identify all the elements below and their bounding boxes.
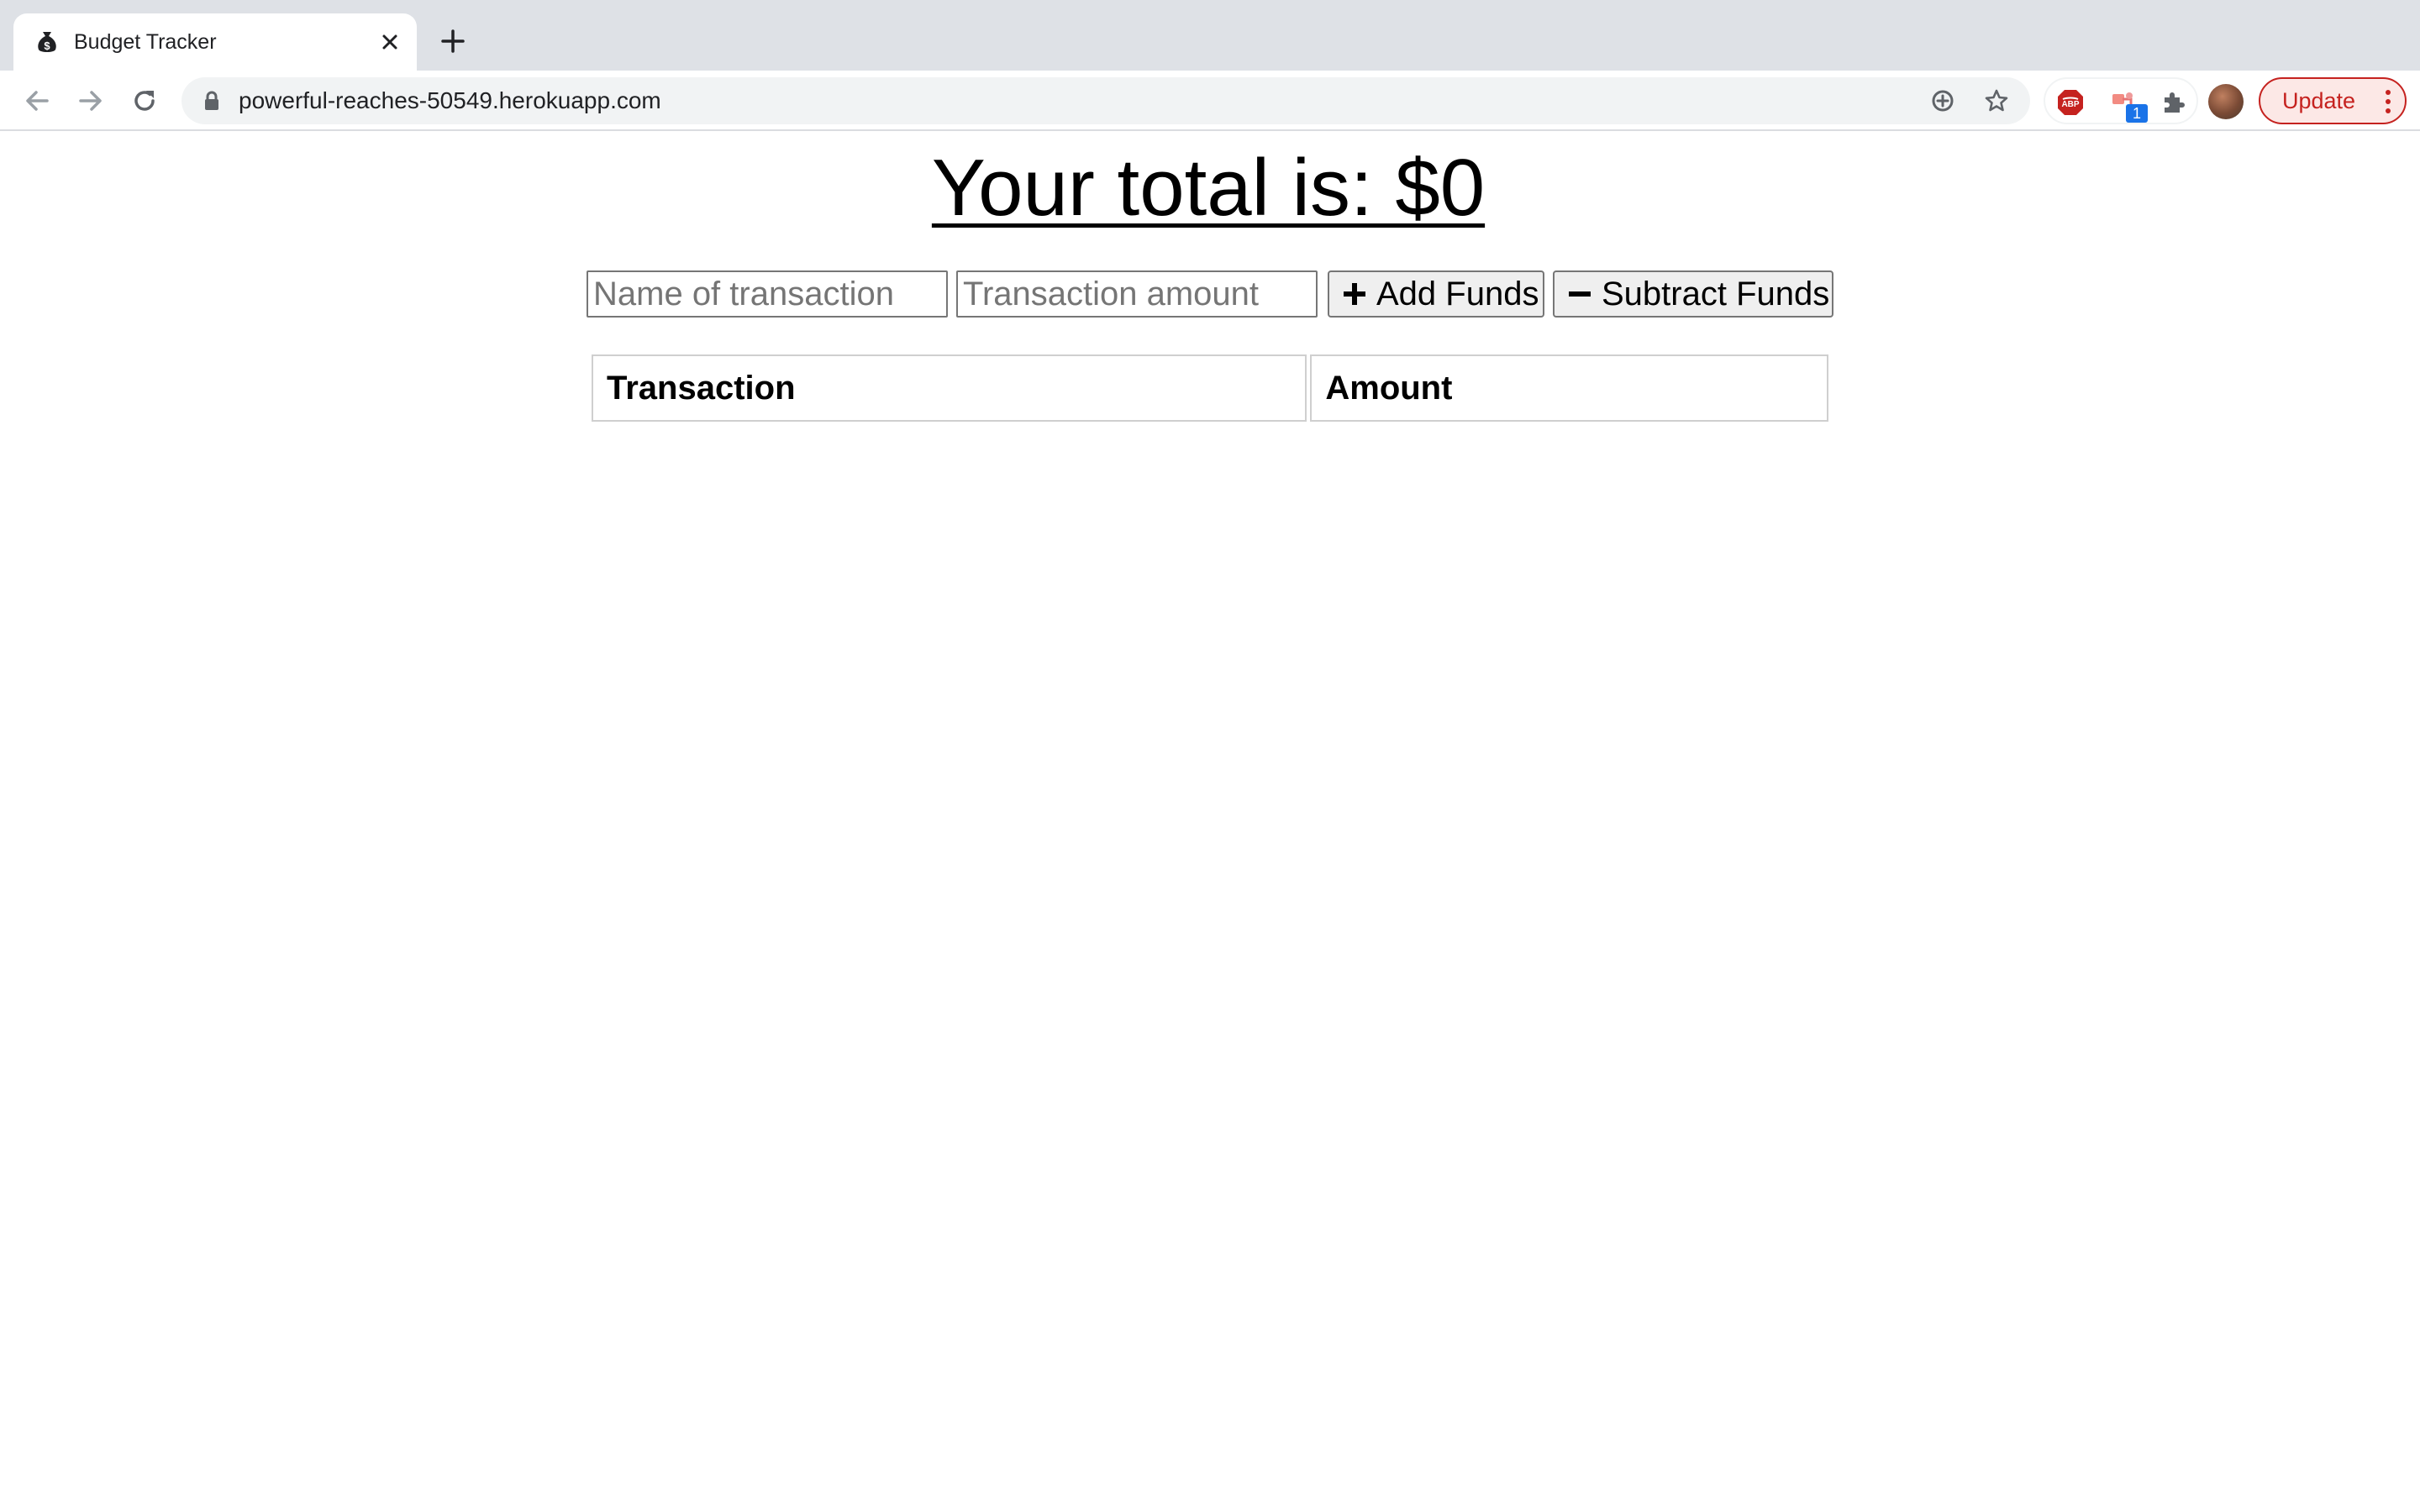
reload-icon[interactable] <box>129 86 160 116</box>
lock-icon[interactable] <box>200 89 224 113</box>
back-arrow-icon[interactable] <box>22 86 52 116</box>
close-icon[interactable] <box>376 29 403 55</box>
puzzle-extensions-icon[interactable] <box>2158 87 2188 118</box>
extension-badge: 1 <box>2126 104 2148 123</box>
install-app-icon[interactable] <box>1929 87 1956 114</box>
bookmark-star-icon[interactable] <box>1983 87 2010 114</box>
money-bag-icon: $ <box>38 32 56 52</box>
plus-icon <box>1344 283 1365 305</box>
browser-toolbar: powerful-reaches-50549.herokuapp.com ABP… <box>0 71 2420 131</box>
add-funds-button[interactable]: Add Funds <box>1328 270 1544 318</box>
page-content: Your total is: $0 Add Funds Subtract Fun… <box>0 133 2420 1512</box>
transaction-name-input[interactable] <box>587 270 948 318</box>
subtract-funds-label: Subtract Funds <box>1602 275 1830 312</box>
transaction-amount-input[interactable] <box>956 270 1318 318</box>
transaction-column-header: Transaction <box>592 354 1307 422</box>
amount-column-header: Amount <box>1310 354 1828 422</box>
new-tab-plus-icon[interactable] <box>439 27 467 55</box>
url-text[interactable]: powerful-reaches-50549.herokuapp.com <box>239 87 661 114</box>
address-bar[interactable]: powerful-reaches-50549.herokuapp.com <box>182 77 2030 124</box>
add-funds-label: Add Funds <box>1376 275 1539 312</box>
svg-text:ABP: ABP <box>2061 100 2079 109</box>
update-button[interactable]: Update <box>2259 77 2407 124</box>
browser-tab[interactable]: $ Budget Tracker <box>13 13 417 71</box>
extensions-group: ABP 1 <box>2044 77 2198 124</box>
tab-title: Budget Tracker <box>74 30 217 54</box>
table-header-row: Transaction Amount <box>592 354 1828 422</box>
more-vert-icon[interactable] <box>2385 89 2391 114</box>
forward-arrow-icon[interactable] <box>76 86 106 116</box>
svg-text:$: $ <box>44 39 50 52</box>
browser-tab-bar: $ Budget Tracker <box>0 0 2420 71</box>
subtract-funds-button[interactable]: Subtract Funds <box>1553 270 1833 318</box>
total-heading: Your total is: $0 <box>931 143 1486 233</box>
adblock-extension-icon[interactable]: ABP <box>2055 87 2086 118</box>
update-label: Update <box>2282 87 2356 113</box>
profile-avatar[interactable] <box>2208 84 2244 119</box>
transactions-table: Transaction Amount <box>588 351 1832 425</box>
minus-icon <box>1569 291 1591 297</box>
